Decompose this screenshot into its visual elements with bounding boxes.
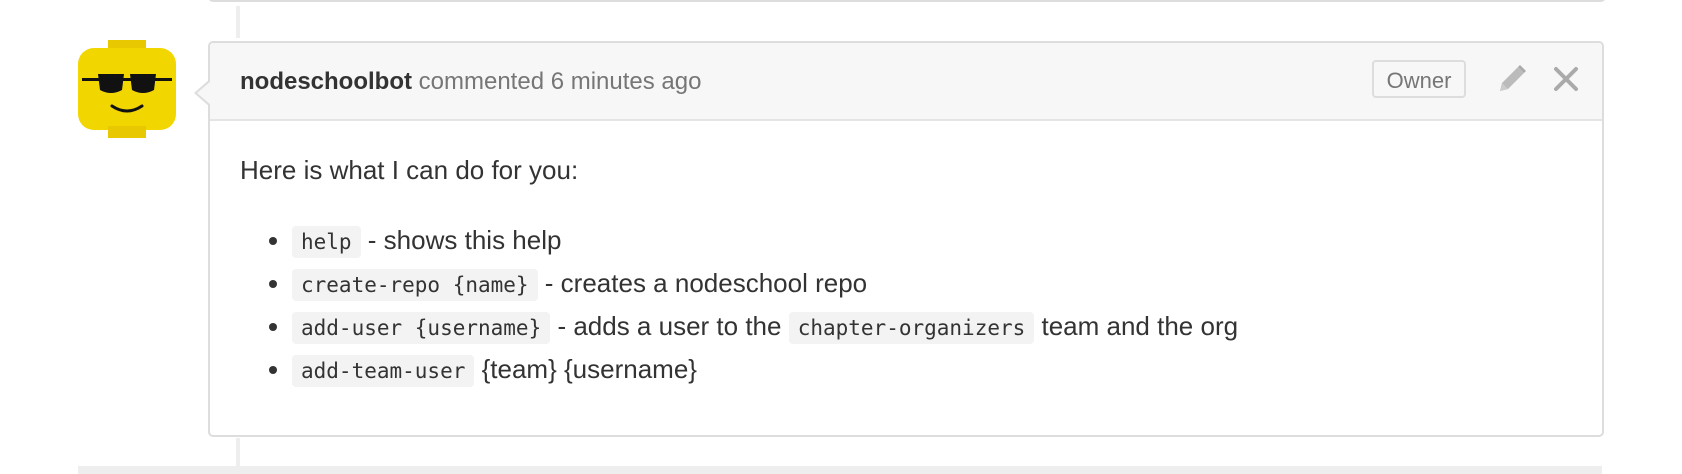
close-icon [1554,67,1578,91]
comment-action-text[interactable]: commented 6 minutes ago [412,68,702,95]
comment-meta: nodeschoolbot commented 6 minutes ago [240,65,701,99]
owner-badge: Owner [1372,60,1466,98]
pencil-icon [1500,65,1526,91]
command-code: create-repo {name} [292,269,538,301]
page: nodeschoolbot commented 6 minutes ago Ow… [0,0,1682,474]
comment-box: nodeschoolbot commented 6 minutes ago Ow… [194,41,1604,437]
list-item: add-team-user {team} {username} [292,350,1572,390]
list-item: help - shows this help [292,221,1572,261]
command-desc: - shows this help [360,225,562,255]
edit-button[interactable] [1494,61,1530,97]
command-list: help - shows this help create-repo {name… [240,221,1572,390]
command-desc: - adds a user to the [550,311,789,341]
comment-header: nodeschoolbot commented 6 minutes ago Ow… [210,43,1602,121]
list-item: add-user {username} - adds a user to the… [292,307,1572,347]
timeline-line [236,6,240,38]
command-desc-tail: team and the org [1034,311,1239,341]
previous-comment-bottom [208,0,1606,2]
command-code: add-user {username} [292,312,551,344]
comment-body: Here is what I can do for you: help - sh… [210,121,1602,390]
command-desc: {team} {username} [474,354,697,384]
avatar[interactable] [78,40,176,138]
comment-intro: Here is what I can do for you: [240,155,579,185]
timeline-divider [78,466,1602,474]
lego-head-icon [78,40,176,138]
command-desc: - creates a nodeschool repo [537,268,868,298]
team-code: chapter-organizers [788,312,1035,344]
command-code: help [292,226,361,258]
list-item: create-repo {name} - creates a nodeschoo… [292,264,1572,304]
comment-author[interactable]: nodeschoolbot [240,68,412,95]
command-code: add-team-user [292,355,475,387]
comment-pointer-fill [197,81,211,105]
delete-button[interactable] [1550,63,1582,95]
